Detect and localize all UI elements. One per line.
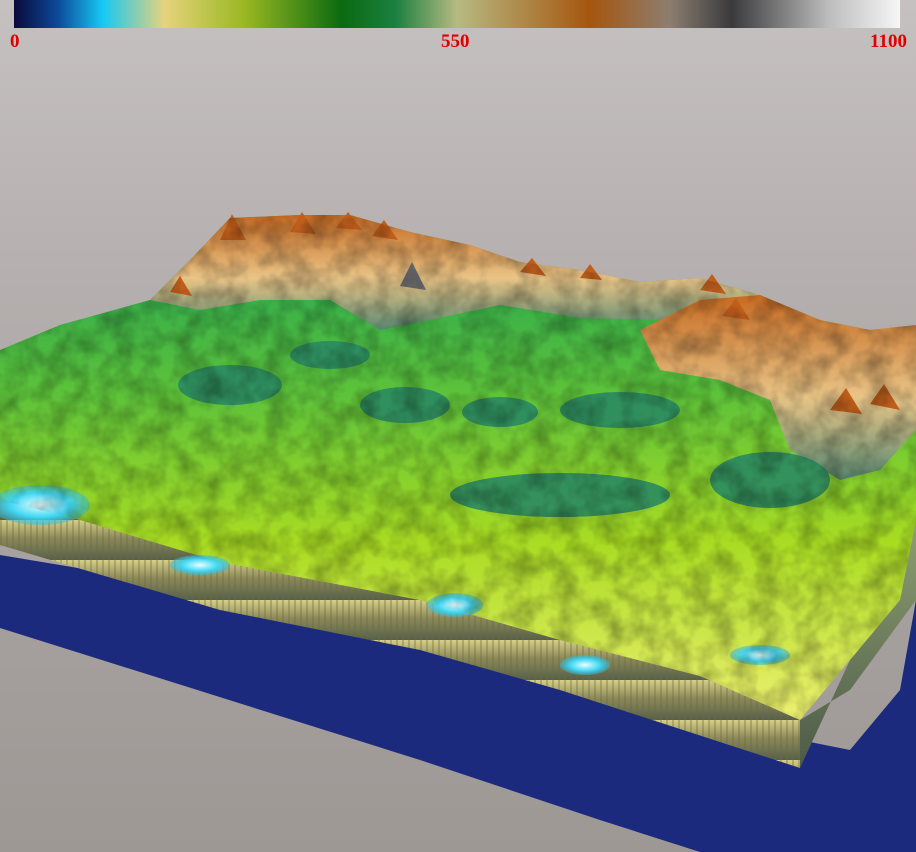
terrain-3d-view[interactable] <box>0 0 916 852</box>
